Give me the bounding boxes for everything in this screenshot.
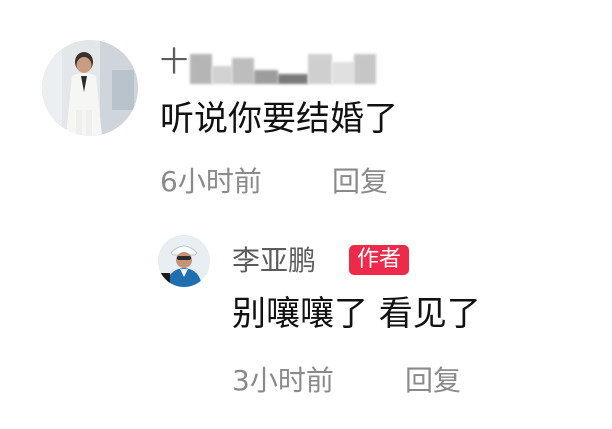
reply-author-username[interactable]: 李亚鹏 (232, 247, 316, 275)
reply-item: 李亚鹏 作者 别嚷嚷了 看见了 3小时前 回复 (0, 215, 612, 429)
commenter-username-redacted (190, 44, 376, 84)
commenter-avatar[interactable] (42, 40, 138, 136)
reply-author-avatar-image (158, 235, 210, 287)
comment-timestamp: 6小时前 (160, 165, 262, 198)
reply-timestamp: 3小时前 (232, 364, 334, 397)
author-badge: 作者 (349, 245, 410, 275)
reply-text: 别嚷嚷了 看见了 (232, 294, 481, 334)
comment-reply-button[interactable]: 回复 (332, 168, 388, 196)
commenter-avatar-image (42, 40, 138, 136)
reply-reply-button[interactable]: 回复 (405, 367, 461, 395)
commenter-username[interactable]: 十 (160, 48, 188, 76)
reply-author-avatar[interactable] (158, 235, 210, 287)
comment-item: 十 听说你要结婚了 6小时前 回复 (0, 0, 612, 215)
commenter-username-visible: 十 (160, 45, 189, 78)
comment-text: 听说你要结婚了 (160, 99, 398, 139)
